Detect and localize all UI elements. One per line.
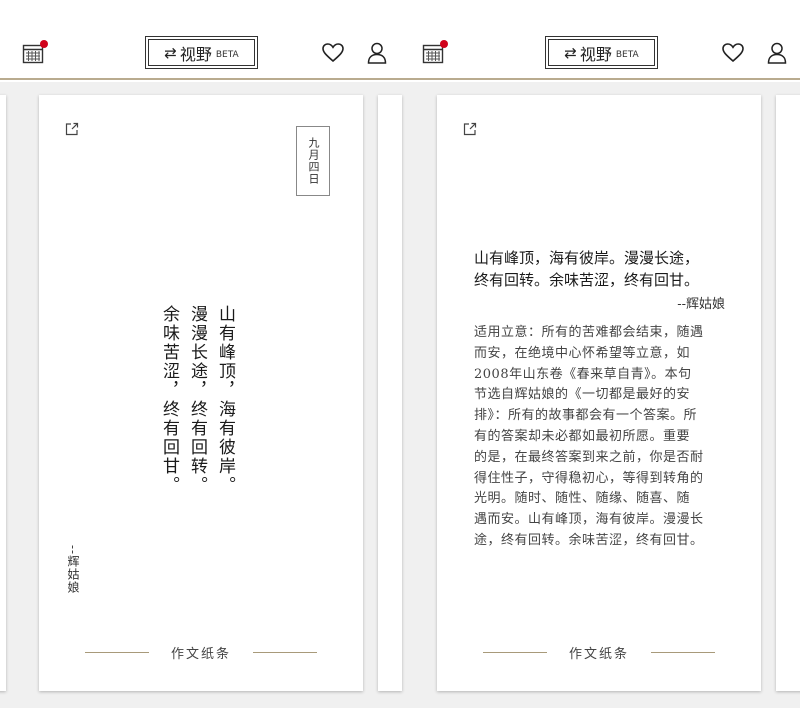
note-line: 光明。随时、随性、随缘、随喜、随 bbox=[474, 491, 691, 507]
prev-card-edge[interactable] bbox=[0, 95, 6, 691]
prev-card-edge[interactable] bbox=[400, 95, 402, 691]
note-line: 排》：所有的故事都会有一个答案。所 bbox=[474, 408, 698, 424]
beta-badge: BETA bbox=[215, 49, 239, 60]
share-icon[interactable] bbox=[463, 122, 477, 136]
view-button[interactable]: ⇄ 视野 BETA bbox=[545, 36, 658, 69]
date-text: 九月四日 bbox=[307, 137, 320, 185]
poem-line: 山有峰顶，海有彼岸。漫漫长途， bbox=[474, 249, 700, 267]
notification-dot bbox=[40, 40, 48, 48]
heart-icon bbox=[722, 43, 744, 63]
footer-divider bbox=[84, 652, 149, 653]
card-stage: 山有峰顶，海有彼岸。漫漫长途， 终有回转。余味苦涩，终有回甘。 --辉姑娘 适用… bbox=[400, 82, 800, 708]
notification-dot bbox=[440, 40, 448, 48]
footer-divider bbox=[253, 652, 317, 653]
heart-icon bbox=[322, 43, 344, 63]
note-line: 得住性子，守得稳初心，等得到转角的 bbox=[474, 470, 704, 486]
date-box: 九月四日 bbox=[296, 126, 330, 196]
user-icon bbox=[767, 42, 787, 64]
calendar-button[interactable] bbox=[18, 38, 48, 68]
footer-text: 作文纸条 bbox=[568, 647, 629, 662]
next-card-edge[interactable] bbox=[378, 95, 400, 691]
share-icon[interactable] bbox=[65, 122, 79, 136]
card-stage: 九月四日 山有峰顶，海有彼岸。 漫漫长途，终有回转。 余味苦涩，终有回甘。 --… bbox=[0, 82, 400, 708]
view-label: 视野 bbox=[579, 44, 612, 64]
poem-line: 终有回转。余味苦涩，终有回甘。 bbox=[474, 271, 700, 289]
next-card-edge[interactable] bbox=[776, 95, 800, 691]
note-line: 遇而安。山有峰顶，海有彼岸。漫漫长 bbox=[474, 512, 704, 528]
note-line: 节选自辉姑娘的《一切都是最好的安 bbox=[474, 387, 691, 403]
quote-card-detail: 山有峰顶，海有彼岸。漫漫长途， 终有回转。余味苦涩，终有回甘。 --辉姑娘 适用… bbox=[437, 95, 761, 691]
note-line: 2008年山东卷《春来草自青》。本句 bbox=[474, 366, 692, 382]
poem-line: 漫漫长途，终有回转。 bbox=[187, 305, 207, 495]
poem-horizontal: 山有峰顶，海有彼岸。漫漫长途， 终有回转。余味苦涩，终有回甘。 bbox=[474, 247, 734, 291]
right-screen: ⇄ 视野 BETA 山有峰顶，海有彼岸。漫漫长途， 终有回转。余味苦涩，终有回甘… bbox=[400, 0, 800, 708]
poem-vertical: 山有峰顶，海有彼岸。 漫漫长途，终有回转。 余味苦涩，终有回甘。 bbox=[155, 305, 239, 505]
footer-divider bbox=[482, 652, 547, 653]
view-button[interactable]: ⇄ 视野 BETA bbox=[145, 36, 258, 69]
swap-icon: ⇄ bbox=[164, 43, 177, 62]
poem-line: 余味苦涩，终有回甘。 bbox=[159, 305, 179, 495]
favorite-button[interactable] bbox=[718, 38, 748, 68]
top-bar: ⇄ 视野 BETA bbox=[400, 0, 800, 80]
swap-icon: ⇄ bbox=[564, 43, 577, 62]
favorite-button[interactable] bbox=[318, 38, 348, 68]
note-line: 途，终有回转。余味苦涩，终有回甘。 bbox=[474, 532, 704, 548]
view-label: 视野 bbox=[179, 44, 212, 64]
note-line: 而安，在绝境中心怀希望等立意，如 bbox=[474, 345, 691, 361]
beta-badge: BETA bbox=[615, 49, 639, 60]
author-horizontal: --辉姑娘 bbox=[677, 297, 725, 312]
card-footer: 作文纸条 bbox=[39, 643, 363, 662]
calendar-button[interactable] bbox=[418, 38, 448, 68]
poem-line: 山有峰顶，海有彼岸。 bbox=[215, 305, 235, 495]
footer-divider bbox=[651, 652, 715, 653]
author-vertical: --辉姑娘 bbox=[66, 545, 80, 595]
profile-button[interactable] bbox=[362, 38, 392, 68]
user-icon bbox=[367, 42, 387, 64]
note-line: 有的答案却未必都如最初所愿。重要 bbox=[474, 428, 691, 444]
top-bar: ⇄ 视野 BETA bbox=[0, 0, 400, 80]
note-line: 适用立意：所有的苦难都会结束，随遇 bbox=[474, 325, 704, 340]
left-screen: ⇄ 视野 BETA 九月四日 山有峰顶，海有彼岸。 漫漫长途，终有回转。 余味苦… bbox=[0, 0, 400, 708]
quote-card-vertical: 九月四日 山有峰顶，海有彼岸。 漫漫长途，终有回转。 余味苦涩，终有回甘。 --… bbox=[39, 95, 363, 691]
usage-note: 适用立意：所有的苦难都会结束，随遇 而安，在绝境中心怀希望等立意，如 2008年… bbox=[474, 323, 730, 552]
card-footer: 作文纸条 bbox=[437, 643, 761, 662]
profile-button[interactable] bbox=[762, 38, 792, 68]
note-line: 的是，在最终答案到来之前，你是否耐 bbox=[474, 449, 704, 465]
footer-text: 作文纸条 bbox=[170, 647, 231, 662]
